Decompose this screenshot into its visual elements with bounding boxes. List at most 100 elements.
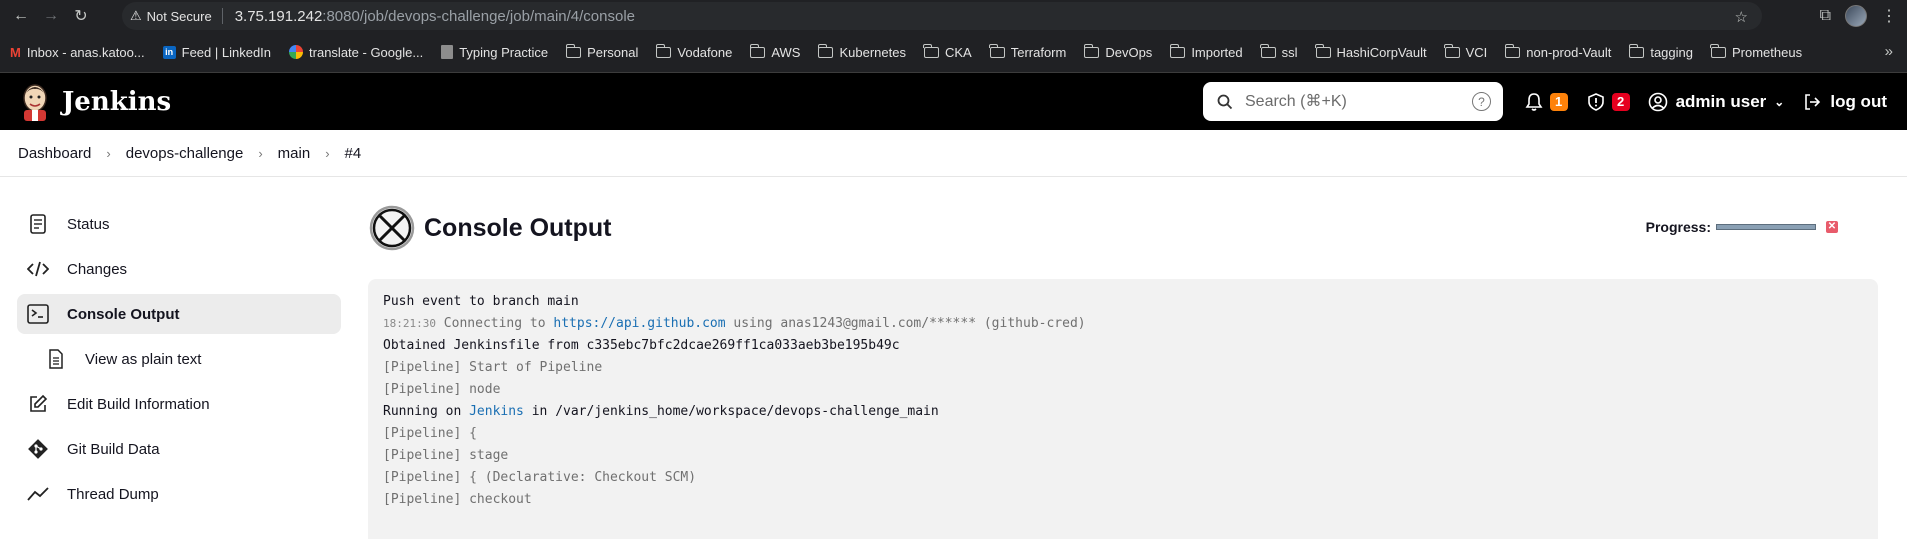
folder-icon	[1628, 43, 1645, 58]
browser-actions: ⧉ ⋮	[1820, 0, 1907, 32]
bookmark-folder[interactable]: VCI	[1444, 43, 1487, 60]
breadcrumb: Dashboard › devops-challenge › main › #4	[0, 130, 1907, 177]
console-link[interactable]: Jenkins	[469, 404, 524, 419]
security-chip[interactable]: ⚠ Not Secure	[130, 8, 223, 24]
logout-icon	[1805, 93, 1821, 110]
bookmark-folder[interactable]: Personal	[565, 43, 638, 60]
console-line: [Pipeline] checkout	[383, 489, 1863, 511]
console-text: [Pipeline] { (Declarative: Checkout SCM)	[383, 470, 697, 485]
bookmark-label: Terraform	[1010, 44, 1067, 60]
build-progress: Progress: ✕	[1646, 219, 1838, 235]
sidebar-item-label: Console Output	[67, 305, 180, 323]
google-icon	[289, 45, 304, 59]
console-output: Push event to branch main 18:21:30 Conne…	[368, 279, 1878, 539]
browser-menu-icon[interactable]: ⋮	[1881, 6, 1897, 26]
sidebar-item-edit-build-info[interactable]: Edit Build Information	[17, 384, 341, 424]
jenkins-home-link[interactable]: Jenkins	[18, 82, 171, 122]
folder-icon	[655, 43, 672, 58]
folder-icon	[1444, 43, 1460, 58]
sidebar-item-label: Git Build Data	[67, 440, 160, 458]
sidebar-item-plain-text[interactable]: View as plain text	[17, 339, 341, 379]
bookmark-label: HashiCorpVault	[1336, 44, 1427, 60]
console-line: 18:21:30 Connecting to https://api.githu…	[383, 313, 1863, 335]
sidebar-item-label: Changes	[67, 260, 128, 278]
sidebar-item-label: Status	[67, 215, 110, 233]
folder-icon	[923, 43, 939, 58]
breadcrumb-dashboard[interactable]: Dashboard	[18, 145, 91, 162]
address-bar[interactable]: ⚠ Not Secure 3.75.191.242:8080/job/devop…	[122, 2, 1762, 30]
extensions-icon[interactable]: ⧉	[1820, 7, 1831, 25]
bookmark-item[interactable]: M Inbox - anas.katoo...	[10, 45, 145, 60]
console-line: [Pipeline] { (Declarative: Checkout SCM)	[383, 467, 1863, 489]
bookmark-folder[interactable]: Kubernetes	[817, 43, 906, 60]
console-text: [Pipeline] stage	[383, 448, 509, 463]
bookmark-folder[interactable]: AWS	[749, 43, 800, 60]
notifications-badge: 1	[1549, 92, 1568, 111]
notifications-button[interactable]: 1	[1524, 92, 1568, 112]
search-box[interactable]: ?	[1203, 82, 1503, 121]
chevron-right-icon: ›	[258, 145, 263, 161]
sidebar-item-status[interactable]: Status	[17, 204, 341, 244]
user-icon	[1648, 92, 1667, 111]
more-bookmarks-icon[interactable]: »	[1885, 43, 1893, 60]
help-icon[interactable]: ?	[1472, 92, 1491, 111]
bookmark-folder[interactable]: HashiCorpVault	[1315, 43, 1427, 60]
back-arrow-icon[interactable]: ←	[6, 1, 36, 31]
folder-icon	[1083, 43, 1100, 58]
progress-bar	[1716, 224, 1816, 230]
security-badge: 2	[1611, 92, 1630, 111]
bookmark-star-icon[interactable]: ☆	[1735, 8, 1748, 26]
chevron-right-icon: ›	[106, 145, 111, 161]
bookmark-label: non-prod-Vault	[1526, 44, 1612, 60]
profile-avatar[interactable]	[1845, 5, 1867, 27]
breadcrumb-job[interactable]: devops-challenge	[126, 145, 244, 162]
bookmark-folder[interactable]: CKA	[923, 43, 972, 60]
console-text: Connecting to	[435, 316, 554, 331]
folder-icon	[565, 43, 582, 58]
sidebar-item-console-output[interactable]: Console Output	[17, 294, 341, 334]
bookmark-folder[interactable]: ssl	[1260, 43, 1298, 60]
console-text: in /var/jenkins_home/workspace/devops-ch…	[523, 404, 939, 419]
console-text: using anas1243@gmail.com/****** (github-…	[725, 316, 1086, 331]
user-name: admin user	[1675, 91, 1767, 111]
search-input[interactable]	[1245, 92, 1465, 111]
gmail-icon: M	[10, 44, 21, 60]
console-text: [Pipeline] Start of Pipeline	[383, 360, 603, 375]
logout-link[interactable]: log out	[1802, 92, 1887, 112]
security-monitor-button[interactable]: 2	[1586, 92, 1630, 112]
bookmark-item[interactable]: in Feed | LinkedIn	[162, 45, 271, 60]
forward-arrow-icon[interactable]: →	[36, 1, 66, 31]
bell-icon	[1525, 92, 1543, 111]
user-menu[interactable]: admin user ⌄	[1648, 91, 1784, 112]
header-actions: 1 2 admin user ⌄ log out	[1524, 73, 1887, 130]
console-text: Push event to branch main	[383, 294, 579, 309]
logout-label: log out	[1830, 91, 1887, 111]
bookmark-folder[interactable]: Terraform	[989, 43, 1067, 60]
sidebar-item-git-build-data[interactable]: Git Build Data	[17, 429, 341, 469]
bookmark-folder[interactable]: Prometheus	[1710, 43, 1803, 60]
jenkins-logo-icon	[23, 83, 47, 121]
breadcrumb-build[interactable]: #4	[345, 145, 362, 162]
bookmark-folder[interactable]: DevOps	[1083, 43, 1152, 60]
console-text: [Pipeline] checkout	[383, 492, 532, 507]
sidebar-item-thread-dump[interactable]: Thread Dump	[17, 474, 341, 514]
bookmark-folder[interactable]: Vodafone	[655, 43, 732, 60]
console-line: [Pipeline] Start of Pipeline	[383, 357, 1863, 379]
typing-practice-icon	[441, 45, 454, 59]
folder-icon	[817, 43, 834, 58]
bookmark-item[interactable]: translate - Google...	[289, 45, 423, 60]
console-link[interactable]: https://api.github.com	[553, 316, 725, 331]
bookmark-folder[interactable]: tagging	[1628, 43, 1693, 60]
reload-icon[interactable]: ↻	[66, 1, 96, 31]
sidebar-item-changes[interactable]: Changes	[17, 249, 341, 289]
bookmark-folder[interactable]: non-prod-Vault	[1504, 43, 1612, 60]
bookmark-label: translate - Google...	[309, 44, 424, 60]
folder-icon	[749, 43, 766, 58]
bookmark-label: Prometheus	[1731, 44, 1803, 60]
stop-build-icon[interactable]: ✕	[1826, 221, 1838, 233]
bookmark-folder[interactable]: Imported	[1169, 43, 1243, 60]
bookmark-item[interactable]: Typing Practice	[441, 45, 548, 60]
breadcrumb-branch[interactable]: main	[278, 145, 311, 162]
folder-icon	[1710, 43, 1726, 58]
folder-icon	[1260, 43, 1276, 58]
